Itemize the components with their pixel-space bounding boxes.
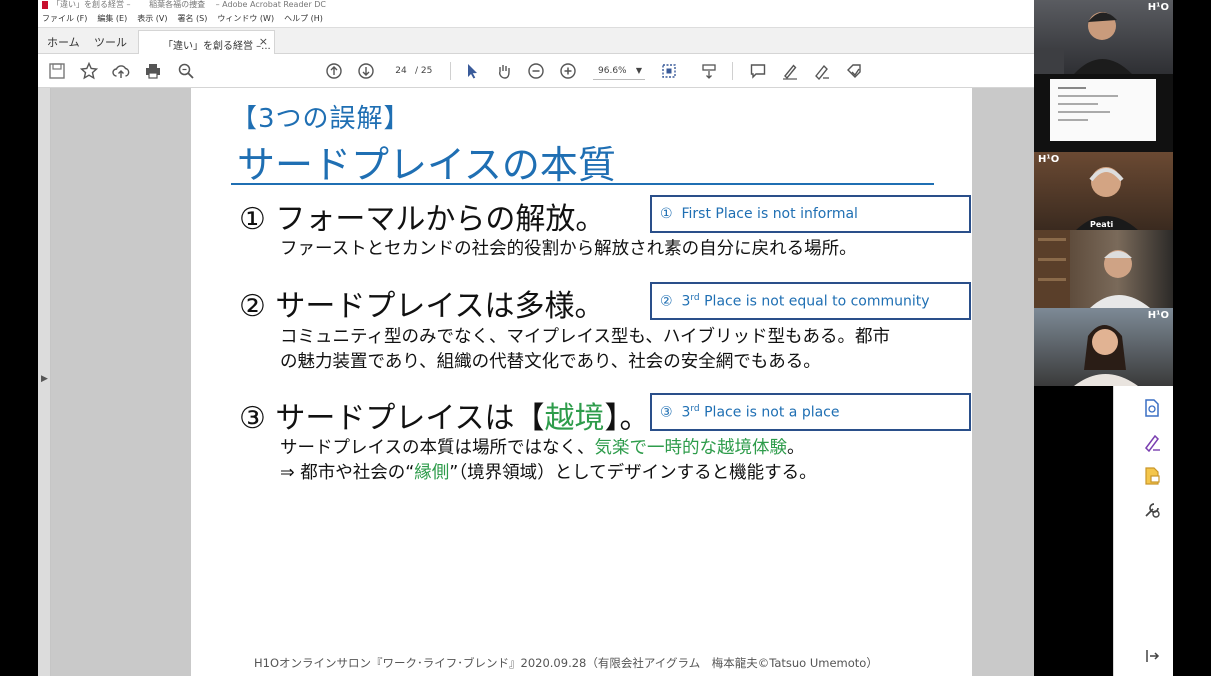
video-tile-participant-2[interactable]: H¹O Peati: [1034, 152, 1173, 230]
callout-text: Place is not equal to community: [699, 293, 930, 310]
menu-bar: ファイル (F) 編集 (E) 表示 (V) 署名 (S) ウィンドウ (W) …: [38, 10, 1034, 28]
pdf-app-icon: [42, 0, 48, 9]
page-total: / 25: [415, 66, 433, 76]
collapse-pane-arrow-icon[interactable]: [1142, 646, 1162, 666]
highlight-green: 越境: [544, 401, 605, 436]
video-tile-participant-1[interactable]: H¹O: [1034, 0, 1173, 74]
print-icon[interactable]: [142, 60, 164, 82]
point-2-description-line2: の魅力装置であり、組織の代替文化であり、社会の安全網でもある。: [280, 352, 821, 372]
main-toolbar: 24 / 25 96.6% ▼: [38, 54, 1034, 88]
callout-number: ③: [660, 404, 673, 421]
menu-view[interactable]: 表示 (V): [137, 13, 167, 24]
point-3-description-line2: ⇒ 都市や社会の“縁側”（境界領域）としてデザインすると機能する。: [280, 463, 817, 483]
tab-bar: ホーム ツール 「違い」を創る経営 –... ×: [38, 28, 1034, 54]
zoom-search-icon[interactable]: [175, 60, 197, 82]
slide-subtitle: 【3つの誤解】: [231, 104, 411, 134]
acrobat-window: 「違い」を創る経営 – 稲葉各福の捜査 – Adobe Acrobat Read…: [38, 0, 1034, 676]
page-display-icon[interactable]: [658, 60, 680, 82]
tab-tools[interactable]: ツール: [94, 34, 127, 50]
zoom-out-icon[interactable]: [525, 60, 547, 82]
callout-text: First Place is not informal: [681, 206, 858, 222]
participant-name-tag: Peati: [1090, 220, 1114, 229]
video-tile-participant-3[interactable]: [1034, 230, 1173, 308]
cloud-upload-icon[interactable]: [110, 60, 132, 82]
video-tile-participant-4[interactable]: H¹O: [1034, 308, 1173, 386]
pdf-page: 【3つの誤解】 サードプレイスの本質 ① フォーマルからの解放。 ファーストとセ…: [191, 88, 972, 676]
slide-footer: H1Oオンラインサロン『ワーク･ライフ･ブレンド』2020.09.28（有限会社…: [254, 656, 878, 670]
point-1-heading: ① フォーマルからの解放。: [239, 202, 606, 237]
point-1-callout: ① First Place is not informal: [650, 195, 971, 233]
callout-number: ②: [660, 293, 673, 310]
highlight-pen-icon[interactable]: [779, 60, 801, 82]
tools-wrench-icon[interactable]: [1142, 500, 1162, 520]
shared-screen-thumbnail: [1050, 79, 1156, 141]
select-cursor-icon[interactable]: [461, 60, 483, 82]
video-gallery: H¹O H¹O Peati H¹O: [1034, 0, 1173, 386]
menu-sign[interactable]: 署名 (S): [178, 13, 208, 24]
next-page-icon[interactable]: [355, 60, 377, 82]
scroll-mode-icon[interactable]: [698, 60, 720, 82]
tab-document[interactable]: 「違い」を創る経営 –... ×: [138, 30, 275, 54]
tab-home[interactable]: ホーム: [47, 34, 80, 50]
zoom-in-icon[interactable]: [557, 60, 579, 82]
highlight-green: 気楽で一時的な越境体験: [594, 438, 787, 458]
left-panel-rail[interactable]: ▶: [38, 88, 51, 676]
video-tile-shared-screen[interactable]: [1034, 75, 1173, 151]
participant-silhouette: [1074, 325, 1138, 386]
slide-title: サードプレイスの本質: [237, 143, 616, 187]
callout-number: ①: [660, 206, 673, 222]
fill-sign-pen-icon[interactable]: [1142, 432, 1162, 453]
window-titlebar: 「違い」を創る経営 – 稲葉各福の捜査 – Adobe Acrobat Read…: [38, 0, 1034, 10]
toolbar-divider: [732, 62, 733, 80]
chevron-down-icon: ▼: [635, 66, 642, 75]
point-2-description-line1: コミュニティ型のみでなく、マイプレイス型も、ハイブリッド型もある。都市: [280, 327, 891, 347]
point-2-callout: ② 3rd Place is not equal to community: [650, 282, 971, 320]
point-3-heading: ③ サードプレイスは【越境】。: [239, 401, 650, 436]
export-pdf-icon[interactable]: [1142, 398, 1162, 418]
zoom-level-value: 96.6%: [598, 66, 627, 76]
menu-edit[interactable]: 編集 (E): [97, 13, 127, 24]
comment-icon[interactable]: [747, 60, 769, 82]
zoom-level-select[interactable]: 96.6% ▼: [593, 62, 645, 80]
page-number-input[interactable]: 24: [389, 62, 413, 80]
point-1-description: ファーストとセカンドの社会的役割から解放され素の自分に戻れる場所。: [280, 239, 857, 259]
window-title: 「違い」を創る経営 – 稲葉各福の捜査 – Adobe Acrobat Read…: [52, 0, 327, 9]
close-tab-icon[interactable]: ×: [259, 35, 268, 48]
toolbar-divider: [450, 62, 451, 80]
sign-pen-icon[interactable]: [811, 60, 833, 82]
bookmark-star-icon[interactable]: [78, 60, 100, 82]
fill-sign-icon[interactable]: [843, 60, 865, 82]
menu-help[interactable]: ヘルプ (H): [284, 13, 323, 24]
participant-silhouette: [1076, 167, 1138, 230]
point-2-heading: ② サードプレイスは多様。: [239, 289, 605, 324]
point-3-description-line1: サードプレイスの本質は場所ではなく、気楽で一時的な越境体験。: [280, 438, 805, 458]
hand-tool-icon[interactable]: [493, 60, 515, 82]
save-icon[interactable]: [46, 60, 68, 82]
participant-silhouette: [1034, 230, 1150, 308]
document-viewer[interactable]: ▶ 【3つの誤解】 サードプレイスの本質 ① フォーマルからの解放。 ファースト…: [38, 88, 1034, 676]
participant-silhouette: [1034, 12, 1132, 74]
expand-panel-arrow-icon[interactable]: ▶: [41, 374, 48, 384]
right-tools-pane: [1113, 384, 1173, 676]
highlight-green: 縁側: [414, 463, 450, 483]
title-underline: [231, 183, 934, 185]
comment-share-icon[interactable]: [1142, 466, 1162, 486]
point-3-callout: ③ 3rd Place is not a place: [650, 393, 971, 431]
tab-document-label: 「違い」を創る経営 –...: [163, 41, 271, 52]
menu-window[interactable]: ウィンドウ (W): [217, 13, 274, 24]
menu-file[interactable]: ファイル (F): [42, 13, 87, 24]
screen-edge: [1173, 0, 1211, 676]
prev-page-icon[interactable]: [323, 60, 345, 82]
callout-text: Place is not a place: [699, 404, 840, 421]
